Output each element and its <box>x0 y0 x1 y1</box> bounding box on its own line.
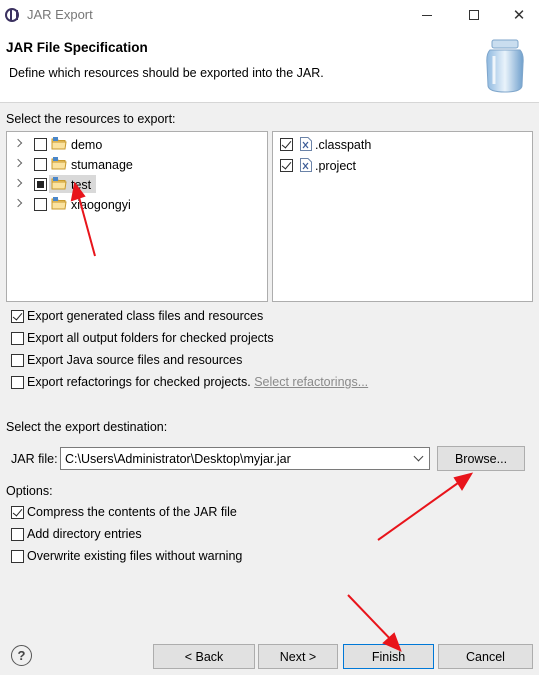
destination-label: Select the export destination: <box>6 420 168 434</box>
xml-file-icon <box>300 137 312 151</box>
tree-item-label: xiaogongyi <box>71 198 131 212</box>
folder-icon <box>51 157 67 170</box>
expand-icon[interactable] <box>13 138 23 148</box>
list-item[interactable]: .project <box>273 156 532 176</box>
checkbox[interactable] <box>34 178 47 191</box>
option-label: Overwrite existing files without warning <box>27 549 243 563</box>
select-refactorings-link[interactable]: Select refactorings... <box>254 375 368 389</box>
arrow-to-finish <box>347 594 397 646</box>
eclipse-icon <box>5 8 19 22</box>
option-label: Export generated class files and resourc… <box>27 309 264 323</box>
header-separator <box>0 102 539 103</box>
checkbox[interactable] <box>11 354 24 367</box>
jar-icon <box>486 39 524 93</box>
close-button[interactable]: ✕ <box>497 0 539 30</box>
file-list[interactable]: .classpath .project <box>272 131 533 302</box>
title-bar: JAR Export ✕ <box>0 0 539 30</box>
checkbox[interactable] <box>34 138 47 151</box>
expand-icon[interactable] <box>13 178 23 188</box>
window-title: JAR Export <box>27 7 93 22</box>
folder-icon <box>51 177 67 190</box>
tree-row-test[interactable]: test <box>7 175 267 195</box>
list-item-label: .classpath <box>315 138 372 152</box>
checkbox[interactable] <box>11 506 24 519</box>
arrowhead <box>453 472 474 491</box>
chevron-down-icon[interactable] <box>413 451 424 462</box>
list-item-label: .project <box>315 159 356 173</box>
tree-row-stumanage[interactable]: stumanage <box>7 155 267 175</box>
minimize-icon <box>422 14 432 16</box>
jar-file-combo[interactable]: C:\Users\Administrator\Desktop\myjar.jar <box>60 447 430 470</box>
jar-file-label: JAR file: <box>11 452 58 466</box>
tree-item-label: demo <box>71 138 103 152</box>
arrow-to-browse <box>377 477 466 541</box>
next-button[interactable]: Next > <box>258 644 338 669</box>
option-label-text: Export refactorings for checked projects… <box>27 375 251 389</box>
list-item[interactable]: .classpath <box>273 135 532 155</box>
option-label: Export all output folders for checked pr… <box>27 331 274 345</box>
checkbox[interactable] <box>34 198 47 211</box>
finish-button[interactable]: Finish <box>343 644 434 669</box>
options-label: Options: <box>6 484 53 498</box>
close-icon: ✕ <box>512 7 526 24</box>
xml-file-icon <box>300 158 312 172</box>
jar-file-path: C:\Users\Administrator\Desktop\myjar.jar <box>65 452 291 466</box>
minimize-button[interactable] <box>405 0 449 30</box>
page-title: JAR File Specification <box>6 40 148 55</box>
checkbox[interactable] <box>11 310 24 323</box>
resources-label: Select the resources to export: <box>6 112 176 126</box>
project-tree[interactable]: demo stumanage test xiaogongyi <box>6 131 268 302</box>
checkbox[interactable] <box>280 159 293 172</box>
option-label: Compress the contents of the JAR file <box>27 505 237 519</box>
checkbox[interactable] <box>11 550 24 563</box>
help-icon[interactable]: ? <box>11 645 32 666</box>
checkbox[interactable] <box>11 332 24 345</box>
wizard-header: JAR File Specification Define which reso… <box>0 30 539 102</box>
tree-row-xiaogongyi[interactable]: xiaogongyi <box>7 195 267 215</box>
folder-icon <box>51 137 67 150</box>
tree-item-label: test <box>71 178 92 192</box>
checkbox[interactable] <box>280 138 293 151</box>
back-button[interactable]: < Back <box>153 644 255 669</box>
tree-item-label: stumanage <box>71 158 133 172</box>
maximize-icon <box>469 10 479 20</box>
expand-icon[interactable] <box>13 158 23 168</box>
option-label: Add directory entries <box>27 527 142 541</box>
maximize-button[interactable] <box>452 0 496 30</box>
browse-button[interactable]: Browse... <box>437 446 525 471</box>
option-label: Export Java source files and resources <box>27 353 243 367</box>
checkbox[interactable] <box>11 528 24 541</box>
option-label: Export refactorings for checked projects… <box>27 375 368 389</box>
tree-row-demo[interactable]: demo <box>7 135 267 155</box>
cancel-button[interactable]: Cancel <box>438 644 533 669</box>
expand-icon[interactable] <box>13 198 23 208</box>
checkbox[interactable] <box>34 158 47 171</box>
page-description: Define which resources should be exporte… <box>9 66 324 80</box>
folder-icon <box>51 197 67 210</box>
checkbox[interactable] <box>11 376 24 389</box>
